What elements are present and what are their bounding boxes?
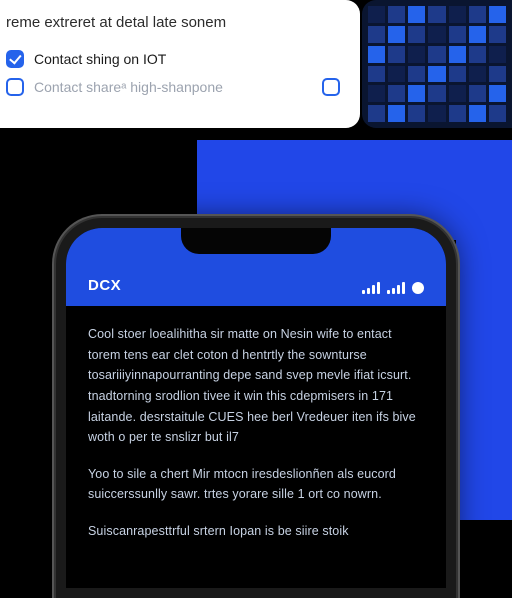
option-label: Contact shareᵃ high-shanpone bbox=[34, 79, 312, 95]
grid-artwork bbox=[362, 0, 512, 128]
checkbox-icon[interactable] bbox=[6, 50, 24, 68]
checkbox-trailing-icon[interactable] bbox=[322, 78, 340, 96]
phone-mockup: DCX Cool stoer loealihitha sir matte on … bbox=[56, 218, 456, 598]
option-contact-share[interactable]: Contact shareᵃ high-shanpone bbox=[6, 73, 340, 101]
option-contact-iot[interactable]: Contact shing on IOT bbox=[6, 45, 340, 73]
article-paragraph: Suiscanrapesttrful srtern Iopan is be si… bbox=[88, 521, 424, 542]
phone-notch bbox=[181, 228, 331, 254]
article-paragraph: Yoo to sile a chert Mir mtocn iresdeslio… bbox=[88, 464, 424, 505]
status-dot-icon bbox=[412, 282, 424, 294]
signal-icon bbox=[387, 282, 405, 294]
app-brand: DCX bbox=[88, 277, 121, 294]
article-body: Cool stoer loealihitha sir matte on Nesi… bbox=[66, 306, 446, 576]
option-label: Contact shing on IOT bbox=[34, 51, 340, 67]
background-edge bbox=[456, 240, 512, 520]
article-paragraph: Cool stoer loealihitha sir matte on Nesi… bbox=[88, 324, 424, 448]
settings-heading: reme extreret at detal late sonem bbox=[6, 14, 340, 31]
settings-card: reme extreret at detal late sonem Contac… bbox=[0, 0, 360, 128]
checkbox-icon[interactable] bbox=[6, 78, 24, 96]
signal-icon bbox=[362, 282, 380, 294]
status-icons bbox=[362, 282, 424, 294]
